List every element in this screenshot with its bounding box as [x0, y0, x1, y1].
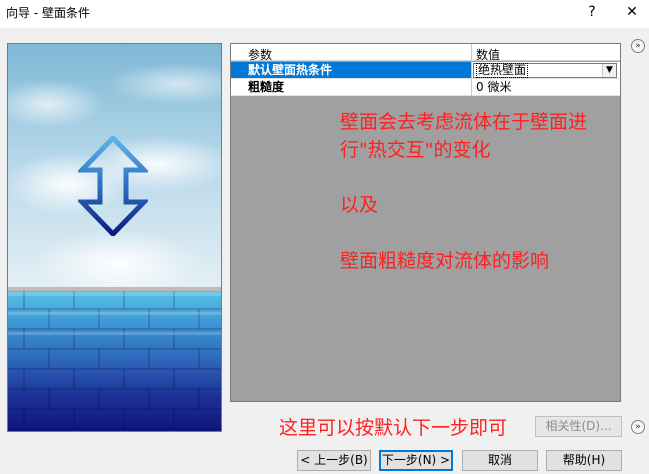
cancel-button[interactable]: 取消: [462, 450, 538, 471]
window-title: 向导 - 壁面条件: [6, 6, 90, 20]
relevance-button[interactable]: 相关性(D)...: [535, 416, 622, 437]
property-grid: 参数 数值 默认壁面热条件 绝热壁面 ▼ 粗糙度 0 微米: [230, 43, 621, 402]
double-chevron-right-icon[interactable]: »: [631, 39, 645, 53]
double-chevron-right-icon[interactable]: »: [631, 420, 645, 434]
annotation-line-4: 壁面粗糙度对流体的影响: [340, 250, 550, 272]
help-button[interactable]: 帮助(H): [546, 450, 622, 471]
annotation-bottom-note: 这里可以按默认下一步即可: [279, 417, 508, 439]
column-divider[interactable]: [471, 44, 472, 96]
grid-header: 参数 数值: [231, 44, 620, 62]
prev-button[interactable]: < 上一步(B): [297, 450, 371, 471]
row-name: 粗糙度: [248, 80, 285, 94]
annotation-line-1: 壁面会去考虑流体在于壁面进: [340, 111, 588, 133]
row-name: 默认壁面热条件: [231, 62, 471, 78]
dropdown-value: 绝热壁面: [475, 63, 529, 78]
up-down-arrow-icon: [78, 136, 148, 236]
brick-pattern: [8, 291, 221, 430]
chevron-down-icon[interactable]: ▼: [602, 64, 616, 77]
help-title-button[interactable]: ?: [583, 2, 601, 22]
brick-wall: [8, 291, 221, 431]
column-header-parameter: 参数: [248, 48, 273, 62]
next-button[interactable]: 下一步(N) >: [379, 450, 453, 471]
roughness-value[interactable]: 0 微米: [472, 79, 620, 95]
annotation-line-3: 以及: [340, 194, 379, 216]
title-bar: 向导 - 壁面条件 ? ✕: [0, 0, 649, 28]
annotation-line-2: 行"热交互"的变化: [340, 139, 491, 161]
column-header-value: 数值: [476, 48, 501, 62]
wall-thermal-dropdown[interactable]: 绝热壁面 ▼: [473, 63, 617, 78]
wizard-image: [7, 43, 222, 432]
close-button[interactable]: ✕: [620, 2, 644, 22]
grid-row-roughness[interactable]: 粗糙度 0 微米: [231, 79, 620, 96]
grid-row-wall-thermal[interactable]: 默认壁面热条件 绝热壁面 ▼: [231, 62, 620, 79]
